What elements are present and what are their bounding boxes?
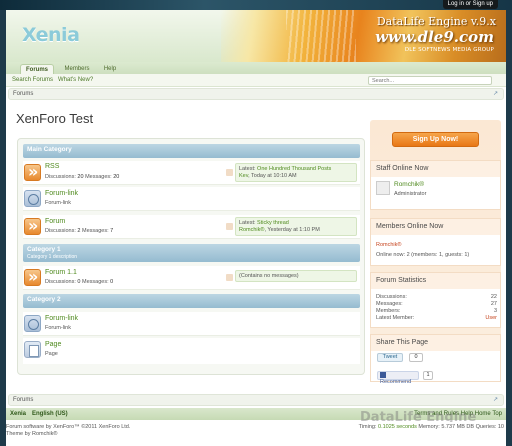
tweet-button[interactable]: Tweet [377, 353, 403, 362]
latest-post: Latest: Sticky thread Romchik®, Yesterda… [235, 217, 357, 236]
category-title[interactable]: Category 1 [27, 246, 61, 253]
recommend-count: 1 [423, 371, 433, 380]
tab-forums[interactable]: Forums [20, 64, 54, 74]
forum-description: Forum-link [45, 325, 71, 331]
facebook-icon [380, 372, 386, 378]
forum-stats: Discussions: 20 Messages: 20 [45, 174, 120, 180]
forum-stats: Discussions: 0 Messages: 0 [45, 279, 114, 285]
banner-url: www.dle9.com [375, 28, 494, 46]
copyright-text[interactable]: Forum software by XenForo™ ©2011 XenForo… [6, 424, 130, 430]
staff-name-link[interactable]: Romchik® [394, 181, 424, 188]
page-icon[interactable] [24, 341, 41, 358]
breadcrumb-forums[interactable]: Forums [13, 397, 33, 403]
forum-icon[interactable] [24, 267, 41, 286]
jump-arrow-icon[interactable]: ↗ [493, 397, 500, 404]
rss-icon[interactable] [226, 223, 233, 230]
sub-nav: Search Forums What's New? [6, 74, 506, 87]
section-title: Share This Page [376, 339, 429, 346]
forum-title[interactable]: Page [45, 341, 61, 348]
member-link[interactable]: Romchik® [376, 242, 401, 248]
latest-post: Latest: One Hundred Thousand Posts Kev, … [235, 163, 357, 182]
banner-flame [286, 10, 356, 62]
tab-members[interactable]: Members [61, 64, 93, 74]
forum-list: Main Category RSS Discussions: 20 Messag… [17, 138, 365, 375]
share-section: Share This Page Tweet 0 Recommend 1 [370, 334, 501, 385]
stat-row: Members: 3 [376, 308, 497, 314]
forum-row-link: Forum-link Forum-link [23, 312, 360, 336]
forum-row-link: Forum-link Forum-link [23, 187, 360, 211]
nav-tabs: Forums Members Help [6, 62, 506, 74]
whats-new-link[interactable]: What's New? [58, 77, 93, 83]
section-title: Staff Online Now [376, 165, 429, 172]
login-signup-link[interactable]: Log in or Sign up [442, 0, 498, 9]
forum-stats: Discussions: 2 Messages: 7 [45, 228, 114, 234]
section-title: Forum Statistics [376, 277, 427, 284]
forum-title[interactable]: Forum-link [45, 190, 78, 197]
breadcrumb: Forums ↗ [8, 88, 504, 100]
link-forum-icon[interactable] [24, 190, 41, 207]
top-strip: Log in or Sign up [0, 0, 512, 10]
section-title: Members Online Now [376, 223, 444, 230]
latest-member-link[interactable]: User [485, 315, 497, 321]
stat-row: Discussions: 22 [376, 294, 497, 300]
no-messages-box: (Contains no messages) [235, 270, 357, 282]
latest-thread-link[interactable]: One Hundred Thousand Posts [257, 166, 331, 172]
tab-help[interactable]: Help [99, 64, 121, 74]
members-online-section: Members Online Now Romchik® Online now: … [370, 218, 501, 266]
search-input[interactable] [368, 76, 492, 85]
rss-icon[interactable] [226, 169, 233, 176]
forum-title[interactable]: Forum-link [45, 315, 78, 322]
banner-subtitle: DLE SOFTNEWS MEDIA GROUP [404, 47, 494, 53]
online-summary: Online now: 2 (members: 1, guests: 1) [376, 252, 470, 258]
jump-arrow-icon[interactable]: ↗ [493, 91, 500, 98]
breadcrumb-forums[interactable]: Forums [13, 91, 33, 97]
sidebar: Sign Up Now! Staff Online Now Romchik® A… [370, 120, 501, 385]
site-logo[interactable]: Xenia [22, 24, 80, 46]
staff-online-section: Staff Online Now Romchik® Administrator [370, 160, 501, 210]
style-chooser-link[interactable]: Xenia [10, 411, 26, 417]
latest-thread-link[interactable]: Sticky thread [257, 220, 289, 226]
forum-description: Page [45, 351, 58, 357]
language-chooser-link[interactable]: English (US) [32, 411, 68, 417]
forum-row-rss: RSS Discussions: 20 Messages: 20 Latest:… [23, 161, 360, 185]
staff-role: Administrator [394, 191, 427, 197]
category-title[interactable]: Category 2 [27, 296, 61, 303]
category-header[interactable]: Main Category [23, 144, 360, 158]
recommend-button[interactable]: Recommend [377, 371, 419, 385]
copyright-area: Forum software by XenForo™ ©2011 XenForo… [6, 422, 506, 446]
forum-title[interactable]: Forum [45, 218, 65, 225]
theme-credit: Theme by Romchik® [6, 431, 58, 437]
category-header[interactable]: Category 1 Category 1 description [23, 244, 360, 262]
latest-user-link[interactable]: Kev [239, 173, 248, 179]
latest-user-link[interactable]: Romchik® [239, 227, 264, 233]
forum-icon[interactable] [24, 162, 41, 181]
forum-title[interactable]: RSS [45, 163, 59, 170]
sign-up-button[interactable]: Sign Up Now! [392, 132, 479, 147]
stat-row: Latest Member: User [376, 315, 497, 321]
forum-row-forum: Forum Discussions: 2 Messages: 7 Latest:… [23, 215, 360, 239]
forum-description: Forum-link [45, 200, 71, 206]
forum-icon[interactable] [24, 216, 41, 235]
forum-statistics-section: Forum Statistics Discussions: 22 Messages… [370, 272, 501, 328]
rss-icon[interactable] [226, 274, 233, 281]
link-forum-icon[interactable] [24, 315, 41, 332]
site-header: Xenia DataLife Engine v.9.x www.dle9.com… [6, 10, 506, 62]
search-forums-link[interactable]: Search Forums [12, 77, 53, 83]
forum-row-page: Page Page [23, 338, 360, 364]
category-description: Category 1 description [27, 254, 78, 260]
page-title: XenForo Test [16, 111, 94, 126]
tweet-count: 0 [409, 353, 423, 362]
category-header[interactable]: Category 2 [23, 294, 360, 308]
banner-title: DataLife Engine v.9.x [376, 15, 496, 28]
forum-title[interactable]: Forum 1.1 [45, 269, 77, 276]
forum-row-forum-1-1: Forum 1.1 Discussions: 0 Messages: 0 (Co… [23, 266, 360, 290]
page-frame: Xenia DataLife Engine v.9.x www.dle9.com… [6, 10, 506, 446]
avatar[interactable] [376, 181, 390, 195]
bottom-breadcrumb: Forums ↗ [8, 394, 504, 406]
debug-timing: Timing: 0.1025 seconds Memory: 5.737 MB … [358, 424, 504, 430]
stat-row: Messages: 27 [376, 301, 497, 307]
category-title[interactable]: Main Category [27, 146, 72, 153]
